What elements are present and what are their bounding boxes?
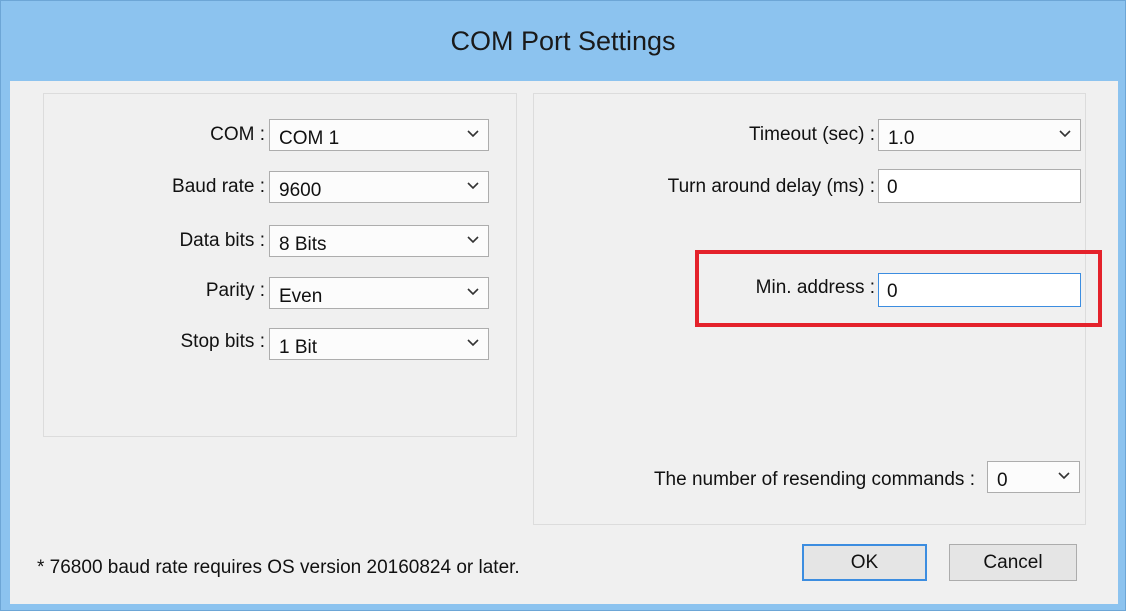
- parity-value: Even: [279, 286, 323, 307]
- min-address-input[interactable]: 0: [878, 273, 1081, 307]
- baud-rate-select[interactable]: 9600: [269, 171, 489, 203]
- baud-rate-value: 9600: [279, 180, 322, 201]
- dialog-body: COM : COM 1 Baud rate : 9600 Data bits :…: [10, 81, 1118, 604]
- baud-rate-label: Baud rate :: [172, 176, 265, 197]
- data-bits-value: 8 Bits: [279, 234, 327, 255]
- parity-select[interactable]: Even: [269, 277, 489, 309]
- min-address-label: Min. address :: [755, 277, 875, 298]
- chevron-down-icon: [467, 288, 479, 296]
- dialog-window: COM Port Settings COM : COM 1 Baud rate …: [0, 0, 1126, 611]
- turn-around-delay-input[interactable]: 0: [878, 169, 1081, 203]
- data-bits-select[interactable]: 8 Bits: [269, 225, 489, 257]
- parity-label: Parity :: [205, 280, 265, 301]
- stop-bits-select[interactable]: 1 Bit: [269, 328, 489, 360]
- min-address-value: 0: [887, 281, 898, 302]
- com-label: COM :: [210, 124, 265, 145]
- data-bits-label: Data bits :: [179, 230, 265, 251]
- timeout-select[interactable]: 1.0: [878, 119, 1081, 151]
- resend-count-label: The number of resending commands :: [653, 469, 975, 490]
- resend-count-select[interactable]: 0: [987, 461, 1080, 493]
- window-title: COM Port Settings: [450, 26, 676, 56]
- stop-bits-label: Stop bits :: [180, 331, 266, 352]
- baud-rate-note: * 76800 baud rate requires OS version 20…: [37, 557, 520, 578]
- timeout-value: 1.0: [888, 128, 915, 149]
- chevron-down-icon: [467, 236, 479, 244]
- cancel-button[interactable]: Cancel: [949, 544, 1077, 581]
- turn-around-delay-value: 0: [887, 177, 898, 198]
- chevron-down-icon: [1058, 472, 1070, 480]
- turn-around-delay-label: Turn around delay (ms) :: [667, 176, 875, 197]
- com-select[interactable]: COM 1: [269, 119, 489, 151]
- chevron-down-icon: [1059, 130, 1071, 138]
- resend-count-value: 0: [997, 470, 1008, 491]
- stop-bits-value: 1 Bit: [279, 337, 318, 358]
- com-value: COM 1: [279, 128, 340, 149]
- chevron-down-icon: [467, 130, 479, 138]
- timeout-label: Timeout (sec) :: [749, 124, 875, 145]
- ok-button[interactable]: OK: [802, 544, 927, 581]
- chevron-down-icon: [467, 339, 479, 347]
- chevron-down-icon: [467, 182, 479, 190]
